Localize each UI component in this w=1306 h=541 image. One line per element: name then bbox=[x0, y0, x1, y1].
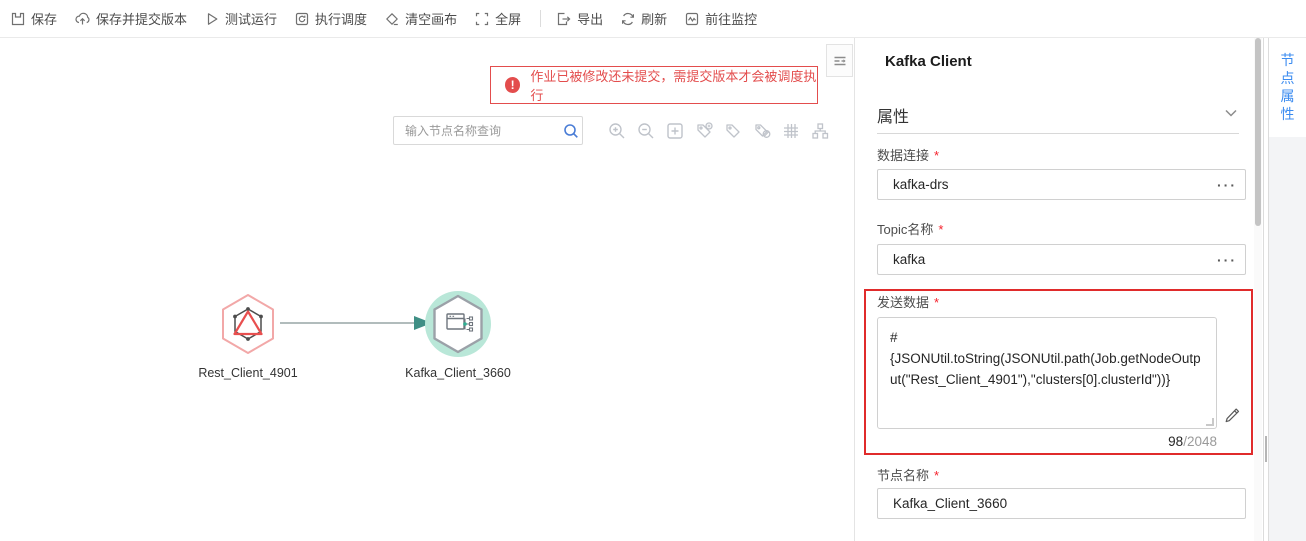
monitor-icon bbox=[684, 11, 700, 27]
zoom-in-icon[interactable] bbox=[606, 120, 628, 142]
test-run-button[interactable]: 测试运行 bbox=[204, 9, 277, 28]
kafka-node-hexagon bbox=[433, 294, 483, 354]
clear-canvas-icon bbox=[384, 11, 400, 27]
node-rest-client[interactable] bbox=[213, 290, 283, 362]
auto-layout-icon[interactable] bbox=[809, 120, 831, 142]
topic-label: Topic名称 * bbox=[877, 222, 944, 237]
search-icon[interactable] bbox=[560, 122, 582, 140]
go-to-monitor-button[interactable]: 前往监控 bbox=[684, 9, 757, 28]
test-run-icon bbox=[204, 11, 220, 27]
connection-field: ··· bbox=[877, 169, 1246, 200]
warning-icon: ! bbox=[505, 77, 521, 93]
zoom-out-icon[interactable] bbox=[635, 120, 657, 142]
section-properties-header[interactable]: 属性 bbox=[877, 98, 1239, 132]
section-properties-title: 属性 bbox=[877, 109, 910, 126]
connection-label: 数据连接 * bbox=[877, 148, 940, 163]
workflow-canvas[interactable]: ! 作业已被修改还未提交，需提交版本才会被调度执行 Rest_Client_49… bbox=[0, 39, 854, 541]
tab-node-properties[interactable]: 节点属性 bbox=[1269, 38, 1306, 137]
hide-tag-icon[interactable] bbox=[751, 120, 773, 142]
fullscreen-button[interactable]: 全屏 bbox=[474, 9, 521, 28]
top-toolbar: 保存 保存并提交版本 测试运行 执行调度 清空画布 全屏 导出 刷新 前往监控 bbox=[0, 0, 1306, 38]
right-tab-strip: 节点属性 bbox=[1269, 38, 1306, 541]
refresh-icon bbox=[620, 11, 636, 27]
payload-textarea[interactable]: # {JSONUtil.toString(JSONUtil.path(Job.g… bbox=[878, 318, 1216, 428]
panel-scrollbar-thumb[interactable] bbox=[1255, 38, 1261, 226]
node-name-field bbox=[877, 488, 1246, 519]
payload-field: # {JSONUtil.toString(JSONUtil.path(Job.g… bbox=[877, 317, 1217, 429]
node-search-input[interactable] bbox=[394, 123, 560, 138]
topic-input[interactable] bbox=[878, 252, 1209, 267]
connection-browse-button[interactable]: ··· bbox=[1209, 172, 1245, 198]
export-button[interactable]: 导出 bbox=[555, 9, 603, 28]
node-search-box bbox=[393, 116, 583, 145]
fullscreen-icon bbox=[474, 11, 490, 27]
section-divider bbox=[877, 133, 1239, 134]
node-name-label: 节点名称 * bbox=[877, 468, 940, 483]
panel-scrollbar[interactable] bbox=[1254, 38, 1262, 541]
refresh-button[interactable]: 刷新 bbox=[620, 9, 667, 28]
edit-pencil-icon[interactable] bbox=[1223, 406, 1242, 430]
toolbar-divider bbox=[540, 10, 542, 27]
submit-version-icon bbox=[74, 11, 91, 27]
export-icon bbox=[555, 11, 572, 27]
save-submit-version-button[interactable]: 保存并提交版本 bbox=[74, 9, 187, 28]
node-label-kafka-client: Kafka_Client_3660 bbox=[405, 366, 511, 380]
run-schedule-button[interactable]: 执行调度 bbox=[294, 9, 367, 28]
panel-collapse-button[interactable] bbox=[826, 44, 853, 77]
connection-input[interactable] bbox=[878, 177, 1209, 192]
panel-title: Kafka Client bbox=[885, 53, 972, 70]
collapse-panel-icon bbox=[834, 56, 846, 65]
save-button[interactable]: 保存 bbox=[10, 9, 57, 28]
canvas-toolbar bbox=[606, 120, 831, 142]
edge-arrow bbox=[280, 316, 432, 330]
fit-view-icon[interactable] bbox=[664, 120, 686, 142]
tag-icon[interactable] bbox=[722, 120, 744, 142]
topic-field: ··· bbox=[877, 244, 1246, 275]
topic-browse-button[interactable]: ··· bbox=[1209, 247, 1245, 273]
node-name-input[interactable] bbox=[878, 496, 1245, 511]
save-icon bbox=[10, 11, 26, 27]
add-tag-icon[interactable] bbox=[693, 120, 715, 142]
payload-label: 发送数据 * bbox=[877, 295, 940, 310]
node-label-rest-client: Rest_Client_4901 bbox=[198, 366, 298, 380]
unsubmitted-warning-banner: ! 作业已被修改还未提交，需提交版本才会被调度执行 bbox=[490, 66, 818, 104]
warning-text: 作业已被修改还未提交，需提交版本才会被调度执行 bbox=[530, 69, 817, 103]
rest-node-hexagon bbox=[222, 294, 274, 354]
grid-icon[interactable] bbox=[780, 120, 802, 142]
properties-panel: Kafka Client 属性 数据连接* ··· Topic名称* ··· 发… bbox=[854, 38, 1254, 541]
clear-canvas-button[interactable]: 清空画布 bbox=[384, 9, 457, 28]
char-counter: 98/2048 bbox=[1168, 434, 1217, 449]
schedule-icon bbox=[294, 11, 310, 27]
node-kafka-client[interactable] bbox=[422, 288, 492, 360]
splitter-nub bbox=[1265, 436, 1267, 462]
chevron-down-icon[interactable] bbox=[1223, 105, 1239, 126]
